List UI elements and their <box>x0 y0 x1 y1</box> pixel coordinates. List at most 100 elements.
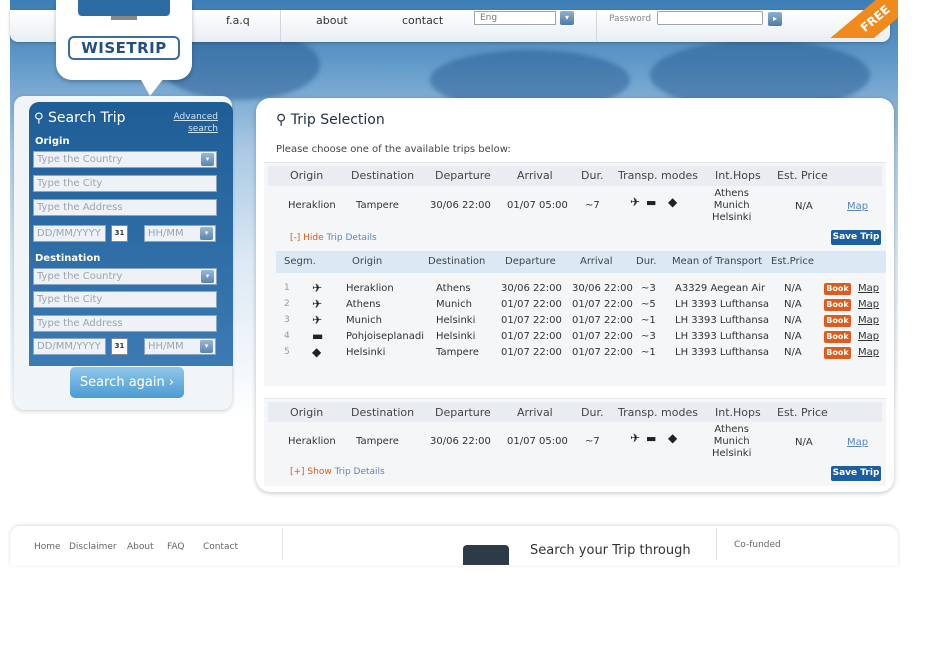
chevron-down-icon[interactable]: ▾ <box>201 270 214 283</box>
segment-departure: 30/06 22:00 <box>501 283 562 294</box>
segment-destination: Tampere <box>436 347 479 358</box>
segment-map-link[interactable]: Map <box>858 283 879 294</box>
footer-divider <box>716 528 717 560</box>
trip-destination: Tampere <box>356 200 399 211</box>
destination-date-placeholder: DD/MM/YYYY <box>37 341 101 352</box>
origin-city-input[interactable]: Type the City <box>33 175 217 192</box>
chevron-down-icon[interactable]: ▾ <box>200 227 213 240</box>
toggle-rest: Trip Details <box>334 467 385 477</box>
toggle-action: [-] Hide <box>290 233 324 243</box>
segment-number: 1 <box>284 283 290 293</box>
search-again-button[interactable]: Search again › <box>70 367 184 398</box>
logo-card[interactable]: WISETRIP <box>56 0 192 80</box>
origin-time-placeholder: HH/MM <box>148 228 184 239</box>
segment-arrival: 30/06 22:00 <box>572 283 633 294</box>
trip-map-link[interactable]: Map <box>847 201 868 212</box>
show-trip-details-link[interactable]: [+] Show Trip Details <box>290 467 385 477</box>
plane-icon: ✈ <box>312 297 323 311</box>
segment-arrival: 01/07 22:00 <box>572 347 633 358</box>
car-icon: ◆ <box>312 345 322 359</box>
bus-icon: ▬ <box>646 196 657 209</box>
trip-hops: Athens Munich Helsinki <box>712 424 751 460</box>
trip-selection-title-text: Trip Selection <box>290 112 385 128</box>
login-submit-button[interactable]: ▸ <box>768 12 782 26</box>
origin-time-select[interactable]: HH/MM ▾ <box>144 225 216 242</box>
search-title: ⚲ Search Trip <box>34 110 126 126</box>
segment-map-link[interactable]: Map <box>858 315 879 326</box>
advanced-search-link[interactable]: Advanced search <box>170 111 218 135</box>
destination-city-input[interactable]: Type the City <box>33 291 217 308</box>
bus-icon: ▬ <box>312 329 324 343</box>
segment-duration: ~1 <box>641 315 656 326</box>
footer-link-contact[interactable]: Contact <box>203 542 238 552</box>
book-button[interactable]: Book <box>824 315 851 327</box>
col-arrival: Arrival <box>517 169 553 182</box>
monitor-icon <box>78 0 170 16</box>
book-button[interactable]: Book <box>824 331 851 343</box>
language-select[interactable]: Eng <box>474 11 556 25</box>
col-est-price: Est. Price <box>777 169 828 182</box>
language-dropdown-button[interactable]: ▾ <box>560 11 574 25</box>
plane-icon: ✈ <box>630 195 641 209</box>
destination-country-select[interactable]: Type the Country ▾ <box>33 268 217 285</box>
logo: WISETRIP <box>68 36 180 60</box>
segment-origin: Helsinki <box>346 347 386 358</box>
nav-contact[interactable]: contact <box>402 14 443 27</box>
segment-transport: LH 3393 Lufthansa <box>675 347 770 358</box>
logo-card-tail <box>140 78 164 96</box>
seg-col-origin: Origin <box>352 256 383 267</box>
segment-departure: 01/07 22:00 <box>501 347 562 358</box>
segment-price: N/A <box>784 315 802 326</box>
plane-icon: ✈ <box>630 431 641 445</box>
footer-cofunded-text: Co-funded <box>734 540 781 550</box>
hide-trip-details-link[interactable]: [-] Hide Trip Details <box>290 233 377 243</box>
save-trip-button[interactable]: Save Trip <box>831 466 881 481</box>
segment-map-link[interactable]: Map <box>858 331 879 342</box>
segment-destination: Munich <box>436 299 472 310</box>
calendar-icon[interactable]: 31 <box>111 338 128 355</box>
mobile-phone-icon <box>463 545 509 565</box>
chevron-down-icon[interactable]: ▾ <box>200 340 213 353</box>
origin-city-placeholder: Type the City <box>37 178 103 189</box>
destination-time-select[interactable]: HH/MM ▾ <box>144 338 216 355</box>
destination-address-input[interactable]: Type the Address <box>33 315 217 332</box>
col-transport-modes: Transp. modes <box>618 406 698 419</box>
footer-link-home[interactable]: Home <box>34 542 61 552</box>
trip-selection-subtitle: Please choose one of the available trips… <box>276 144 511 155</box>
origin-country-placeholder: Type the Country <box>37 154 123 165</box>
save-trip-button[interactable]: Save Trip <box>831 230 881 245</box>
seg-col-destination: Destination <box>428 256 486 267</box>
segment-duration: ~3 <box>641 283 656 294</box>
segment-price: N/A <box>784 347 802 358</box>
col-int-hops: Int.Hops <box>715 406 761 419</box>
segment-map-link[interactable]: Map <box>858 347 879 358</box>
trip-map-link[interactable]: Map <box>847 437 868 448</box>
trip-destination: Tampere <box>356 436 399 447</box>
col-origin: Origin <box>290 169 324 182</box>
hop-3: Helsinki <box>712 448 752 459</box>
book-button[interactable]: Book <box>824 299 851 311</box>
seg-col-segm: Segm. <box>284 256 316 267</box>
footer-link-disclaimer[interactable]: Disclaimer <box>69 542 117 552</box>
book-button[interactable]: Book <box>824 283 851 295</box>
segment-map-link[interactable]: Map <box>858 299 879 310</box>
nav-faq[interactable]: f.a.q <box>226 14 250 27</box>
footer-link-about[interactable]: About <box>127 542 154 552</box>
destination-date-input[interactable]: DD/MM/YYYY <box>33 338 106 355</box>
password-input[interactable] <box>657 11 763 25</box>
origin-address-input[interactable]: Type the Address <box>33 199 217 216</box>
segment-number: 5 <box>284 347 290 357</box>
footer-link-faq[interactable]: FAQ <box>167 542 184 552</box>
col-int-hops: Int.Hops <box>715 169 761 182</box>
col-destination: Destination <box>351 169 415 182</box>
origin-date-input[interactable]: DD/MM/YYYY <box>33 225 106 242</box>
trip-duration: ~7 <box>585 436 600 447</box>
search-icon: ⚲ <box>34 111 44 126</box>
calendar-icon[interactable]: 31 <box>111 225 128 242</box>
car-icon: ◆ <box>668 431 678 445</box>
origin-country-select[interactable]: Type the Country ▾ <box>33 151 217 168</box>
col-destination: Destination <box>351 406 415 419</box>
nav-about[interactable]: about <box>316 14 348 27</box>
book-button[interactable]: Book <box>824 347 851 359</box>
chevron-down-icon[interactable]: ▾ <box>201 153 214 166</box>
